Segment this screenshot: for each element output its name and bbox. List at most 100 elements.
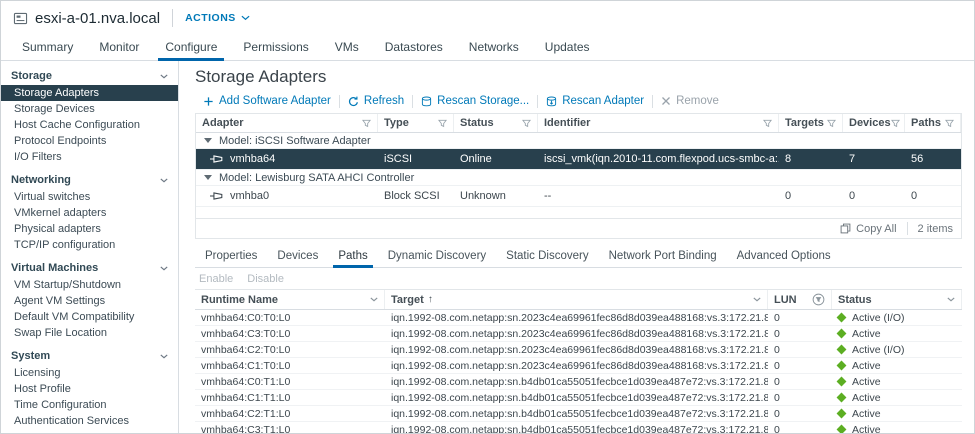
status-cell: Active (I/O) [832,344,962,356]
adapters-toolbar: Add Software AdapterRefreshRescan Storag… [195,93,962,109]
status-label: Active (I/O) [852,312,905,324]
detail-tab-label: Static Discovery [506,250,588,262]
tab-summary[interactable]: Summary [9,35,86,60]
sidebar-item-vm-startup-shutdown[interactable]: VM Startup/Shutdown [1,277,178,293]
chevron-down-icon [160,178,168,183]
paths-cell: 56 [905,153,961,165]
tab-datastores[interactable]: Datastores [372,35,456,60]
actions-button[interactable]: ACTIONS [185,12,250,24]
adapter-cell: vmhba64 [196,153,378,165]
sidebar-section-virtual-machines[interactable]: Virtual Machines [1,259,178,277]
paths-table-header: Runtime Name Target↑LUNStatus [195,289,962,310]
adapter-name: vmhba0 [230,190,269,202]
rescan-storage-button[interactable]: Rescan Storage... [413,93,537,109]
sidebar-section-storage[interactable]: Storage [1,67,178,85]
tab-updates[interactable]: Updates [532,35,603,60]
status-cell: Active [832,408,962,420]
detail-tab-label: Paths [338,250,367,262]
adapters-table: Adapter Type Status IdentifierTargetsDevice… [195,113,962,239]
sidebar-item-storage-adapters[interactable]: Storage Adapters [1,85,178,101]
column-label: Status [460,117,494,129]
sidebar-item-virtual-switches[interactable]: Virtual switches [1,189,178,205]
column-label: Type [384,117,409,129]
detail-tab-network-port-binding[interactable]: Network Port Binding [599,245,727,267]
adapter-group-row[interactable]: Model: iSCSI Software Adapter [196,133,961,149]
paths-cell: 0 [905,190,961,202]
status-cell: Active [832,424,962,434]
paths-actions: EnableDisable [199,273,962,285]
expand-triangle-icon [204,138,212,143]
tab-vms[interactable]: VMs [322,35,372,60]
target-cell: iqn.1992-08.com.netapp:sn.b4db01ca55051f… [385,376,768,388]
column-header-targets[interactable]: Targets [779,114,843,132]
tab-networks[interactable]: Networks [456,35,532,60]
tab-label: Datastores [385,40,443,54]
tab-configure[interactable]: Configure [152,35,230,60]
sidebar-item-label: Host Profile [14,383,71,395]
sidebar-item-storage-devices[interactable]: Storage Devices [1,101,178,117]
path-row[interactable]: vmhba64:C2:T1:L0iqn.1992-08.com.netapp:s… [195,406,962,422]
copy-all-button[interactable]: Copy All [840,223,896,235]
column-header-status[interactable]: Status [454,114,538,132]
sidebar-item-label: VMkernel adapters [14,207,106,219]
column-header-type[interactable]: Type [378,114,454,132]
lun-cell: 0 [768,328,832,340]
tab-permissions[interactable]: Permissions [230,35,321,60]
column-header-adapter[interactable]: Adapter [196,114,378,132]
column-header-status[interactable]: Status [832,290,962,309]
sidebar-item-host-cache-configuration[interactable]: Host Cache Configuration [1,117,178,133]
sidebar-section-networking[interactable]: Networking [1,171,178,189]
sidebar-item-authentication-services[interactable]: Authentication Services [1,413,178,429]
sidebar-item-tcp-ip-configuration[interactable]: TCP/IP configuration [1,237,178,253]
path-row[interactable]: vmhba64:C1:T1:L0iqn.1992-08.com.netapp:s… [195,390,962,406]
column-header-lun[interactable]: LUN [768,290,832,309]
sidebar-item-agent-vm-settings[interactable]: Agent VM Settings [1,293,178,309]
column-header-paths[interactable]: Paths [905,114,961,132]
adapter-group-row[interactable]: Model: Lewisburg SATA AHCI Controller [196,170,961,186]
column-header-target[interactable]: Target↑ [385,290,768,309]
detail-tab-advanced-options[interactable]: Advanced Options [727,245,841,267]
detail-tab-devices[interactable]: Devices [267,245,328,267]
adapter-row-vmhba0[interactable]: vmhba0Block SCSIUnknown--000 [196,186,961,207]
sidebar-item-host-profile[interactable]: Host Profile [1,381,178,397]
host-name: esxi-a-01.nva.local [35,10,160,27]
path-row[interactable]: vmhba64:C1:T0:L0iqn.1992-08.com.netapp:s… [195,358,962,374]
sidebar-item-time-configuration[interactable]: Time Configuration [1,397,178,413]
column-label: Paths [911,117,941,129]
rescan-adapter-button[interactable]: Rescan Adapter [538,93,652,109]
identifier-cell: -- [538,190,779,202]
sidebar-item-swap-file-location[interactable]: Swap File Location [1,325,178,341]
path-row[interactable]: vmhba64:C3:T1:L0iqn.1992-08.com.netapp:s… [195,422,962,434]
path-row[interactable]: vmhba64:C0:T0:L0iqn.1992-08.com.netapp:s… [195,310,962,326]
column-label: Adapter [202,117,244,129]
chevron-down-icon [160,354,168,359]
sidebar-item-physical-adapters[interactable]: Physical adapters [1,221,178,237]
group-model-label: Model: iSCSI Software Adapter [219,135,371,147]
detail-tab-dynamic-discovery[interactable]: Dynamic Discovery [378,245,496,267]
sidebar-item-protocol-endpoints[interactable]: Protocol Endpoints [1,133,178,149]
detail-tab-properties[interactable]: Properties [195,245,267,267]
refresh-button[interactable]: Refresh [340,93,412,109]
refresh-icon [348,96,359,107]
sidebar-item-licensing[interactable]: Licensing [1,365,178,381]
paths-table-body: vmhba64:C0:T0:L0iqn.1992-08.com.netapp:s… [195,310,962,434]
add-software-adapter-button[interactable]: Add Software Adapter [195,93,339,109]
items-count: 2 items [918,223,953,235]
sidebar-item-vmkernel-adapters[interactable]: VMkernel adapters [1,205,178,221]
path-row[interactable]: vmhba64:C0:T1:L0iqn.1992-08.com.netapp:s… [195,374,962,390]
detail-tab-paths[interactable]: Paths [328,245,377,267]
column-header-identifier[interactable]: Identifier [538,114,779,132]
path-row[interactable]: vmhba64:C2:T0:L0iqn.1992-08.com.netapp:s… [195,342,962,358]
path-row[interactable]: vmhba64:C3:T0:L0iqn.1992-08.com.netapp:s… [195,326,962,342]
target-cell: iqn.1992-08.com.netapp:sn.2023c4ea69961f… [385,344,768,356]
column-header-runtime-name[interactable]: Runtime Name [195,290,385,309]
adapter-row-vmhba64[interactable]: vmhba64iSCSIOnlineiscsi_vmk(iqn.2010-11.… [196,149,961,170]
detail-tab-static-discovery[interactable]: Static Discovery [496,245,598,267]
column-header-devices[interactable]: Devices [843,114,905,132]
sidebar-section-system[interactable]: System [1,347,178,365]
filter-icon [362,119,371,128]
column-label: Runtime Name [201,294,278,306]
sidebar-item-default-vm-compatibility[interactable]: Default VM Compatibility [1,309,178,325]
sidebar-item-i-o-filters[interactable]: I/O Filters [1,149,178,165]
tab-monitor[interactable]: Monitor [86,35,152,60]
